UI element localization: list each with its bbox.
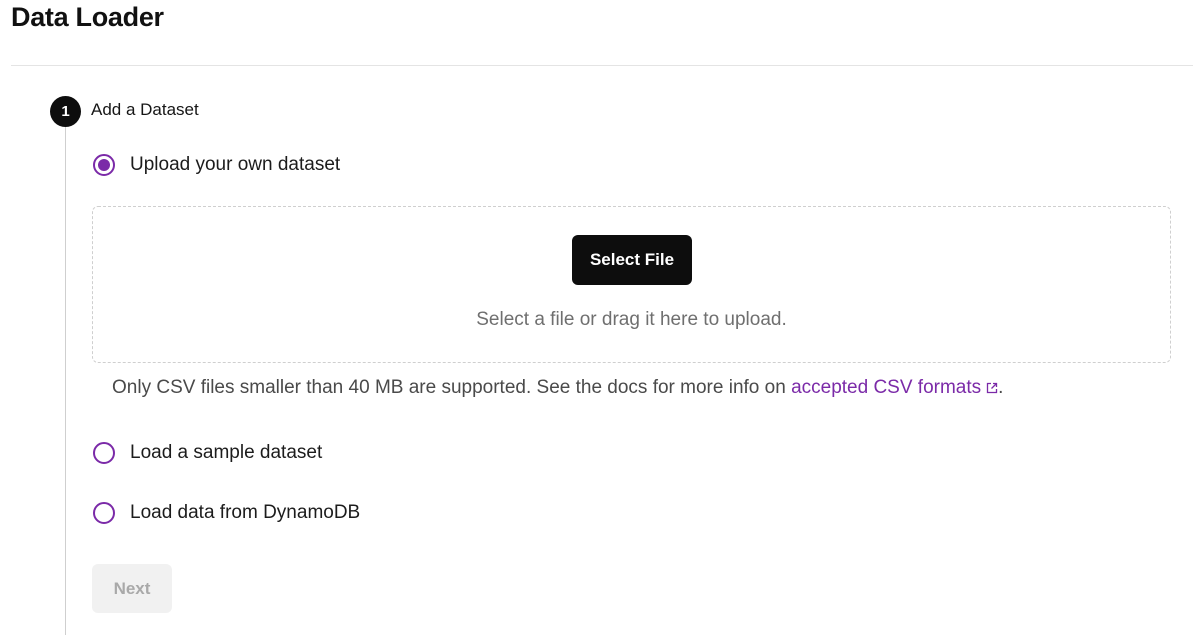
upload-hint-text: Select a file or drag it here to upload. [476, 309, 787, 330]
csv-help-text: Only CSV files smaller than 40 MB are su… [112, 377, 1003, 399]
select-file-button[interactable]: Select File [572, 235, 692, 285]
csv-help-text-after: . [998, 377, 1004, 398]
next-button[interactable]: Next [92, 564, 172, 613]
radio-upload-selected[interactable] [93, 154, 115, 176]
option-upload-own-dataset[interactable]: Upload your own dataset [93, 154, 340, 176]
accepted-csv-formats-link-text: accepted CSV formats [791, 377, 982, 398]
option-load-sample-dataset[interactable]: Load a sample dataset [93, 442, 322, 464]
option-dynamodb-label: Load data from DynamoDB [130, 502, 361, 523]
option-load-dynamodb[interactable]: Load data from DynamoDB [93, 502, 360, 524]
option-sample-label: Load a sample dataset [130, 442, 323, 463]
step-number-badge: 1 [50, 96, 81, 127]
external-link-icon [987, 382, 998, 394]
option-upload-label: Upload your own dataset [130, 154, 341, 175]
accepted-csv-formats-link[interactable]: accepted CSV formats [791, 377, 998, 398]
radio-selected-dot [98, 159, 110, 171]
radio-sample-unselected[interactable] [93, 442, 115, 464]
csv-help-text-before: Only CSV files smaller than 40 MB are su… [112, 377, 792, 398]
step-connector-line [65, 127, 66, 635]
radio-dynamodb-unselected[interactable] [93, 502, 115, 524]
page-title: Data Loader [11, 2, 164, 32]
step-title: Add a Dataset [91, 100, 199, 119]
title-divider [11, 65, 1193, 66]
